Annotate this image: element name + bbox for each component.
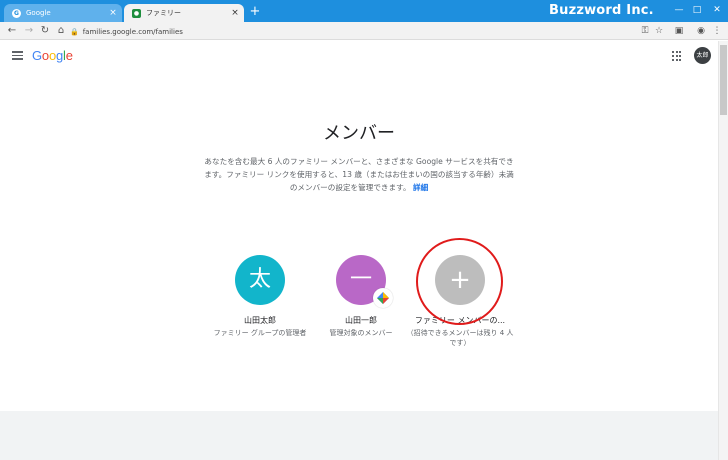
scrollbar-thumb[interactable]: [720, 45, 727, 115]
logo-letter: g: [55, 48, 64, 63]
tab-title: ファミリー: [146, 9, 181, 17]
member-role: 管理対象のメンバー: [329, 329, 393, 337]
account-icon[interactable]: ◉: [694, 24, 708, 38]
details-link[interactable]: 詳細: [413, 183, 428, 192]
address-bar[interactable]: 🔒 families.google.com/families: [70, 25, 666, 38]
reload-icon[interactable]: ↻: [38, 24, 52, 38]
member-role: ファミリー グループの管理者: [213, 329, 307, 337]
page-description: あなたを含む最大 6 人のファミリー メンバーと、さまざまな Google サー…: [204, 155, 514, 194]
extension-icon[interactable]: ▣: [672, 24, 686, 38]
new-tab-button[interactable]: +: [248, 5, 262, 19]
logo-letter: e: [65, 48, 73, 63]
member-card[interactable]: 太 山田太郎 ファミリー グループの管理者: [205, 255, 315, 338]
browser-title-bar: G Google × ● ファミリー × + Buzzword Inc. — □…: [0, 0, 728, 22]
tab-title: Google: [26, 9, 51, 17]
family-icon: ●: [132, 8, 141, 18]
member-initial: 一: [349, 267, 372, 292]
close-window-icon[interactable]: ✕: [708, 2, 726, 18]
tab-google[interactable]: G Google ×: [4, 4, 122, 22]
page-content: Google 太郎 メンバー あなたを含む最大 6 人のファミリー メンバーと、…: [0, 41, 718, 460]
member-name: 山田一郎: [345, 316, 377, 325]
member-name: 山田太郎: [244, 316, 276, 325]
page-title: メンバー: [323, 123, 395, 144]
brand-watermark: Buzzword Inc.: [549, 3, 654, 18]
member-card[interactable]: 一 山田一郎 管理対象のメンバー: [306, 255, 416, 338]
footer-band: [0, 411, 718, 460]
home-icon[interactable]: ⌂: [54, 24, 68, 38]
member-avatar[interactable]: 一: [336, 255, 393, 308]
more-menu-icon[interactable]: ⋮: [710, 24, 724, 38]
browser-toolbar: ← → ↻ ⌂ 🔒 families.google.com/families ⚿…: [0, 22, 728, 40]
member-role: （招待できるメンバーは残り 4 人です）: [406, 329, 514, 347]
google-g-icon: G: [12, 8, 21, 18]
url-text: families.google.com/families: [82, 27, 183, 36]
account-avatar[interactable]: 太郎: [694, 47, 711, 64]
star-icon[interactable]: ☆: [652, 24, 666, 38]
apps-grid-icon[interactable]: [672, 51, 682, 61]
tab-family[interactable]: ● ファミリー ×: [124, 4, 244, 22]
close-icon[interactable]: ×: [107, 8, 119, 18]
maximize-icon[interactable]: □: [688, 2, 706, 18]
highlight-annotation: [416, 238, 503, 325]
logo-letter: G: [32, 48, 42, 63]
back-arrow-icon[interactable]: ←: [5, 24, 19, 38]
description-text: あなたを含む最大 6 人のファミリー メンバーと、さまざまな Google サー…: [204, 157, 514, 192]
forward-arrow-icon[interactable]: →: [22, 24, 36, 38]
key-icon[interactable]: ⚿: [638, 24, 652, 38]
minimize-icon[interactable]: —: [670, 2, 688, 18]
member-avatar[interactable]: 太: [235, 255, 285, 305]
lock-icon: 🔒: [70, 27, 79, 36]
hamburger-menu-icon[interactable]: [12, 51, 23, 60]
close-icon[interactable]: ×: [229, 8, 241, 18]
logo-letter: o: [48, 48, 56, 63]
vertical-scrollbar[interactable]: [718, 41, 728, 460]
family-link-icon: [373, 288, 393, 308]
google-logo[interactable]: Google: [32, 48, 73, 63]
app-bar: Google 太郎: [0, 41, 718, 71]
logo-letter: o: [41, 48, 49, 63]
